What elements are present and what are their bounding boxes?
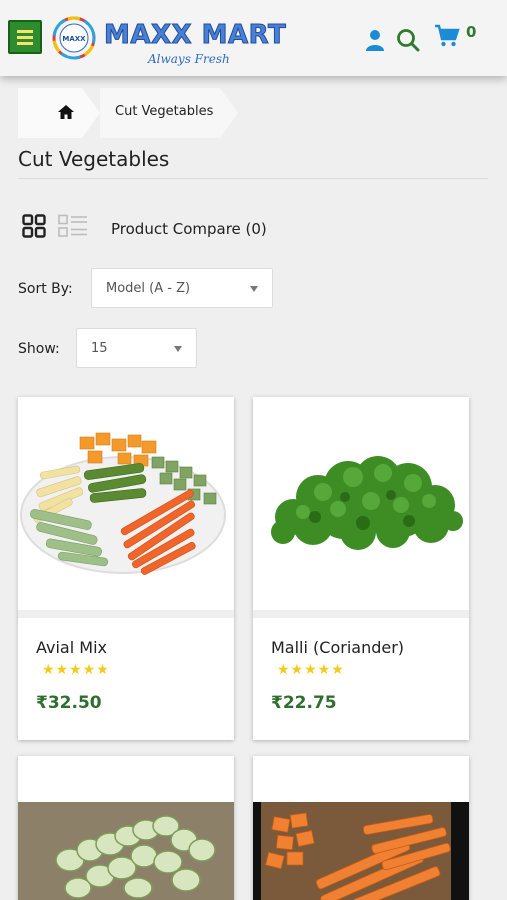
star-rating-icon: ★★★★★ — [42, 662, 110, 678]
brand-tagline: Always Fresh — [148, 52, 230, 66]
card-divider — [253, 610, 469, 618]
show-label: Show: — [18, 341, 60, 357]
product-price: ₹32.50 — [36, 693, 102, 713]
menu-icon[interactable] — [8, 20, 42, 54]
product-card[interactable] — [18, 756, 234, 900]
cart-count-badge[interactable]: 0 — [466, 23, 476, 41]
breadcrumb-current[interactable]: Cut Vegetables — [100, 88, 238, 138]
sort-by-label: Sort By: — [18, 281, 73, 297]
card-divider — [18, 610, 234, 618]
sort-by-value: Model (A - Z) — [106, 281, 191, 296]
top-header: MAXX MAXX MART Always Fresh 0 — [0, 0, 507, 76]
product-card[interactable]: Malli (Coriander) ★★★★★ ₹22.75 — [253, 397, 469, 740]
product-card[interactable] — [253, 756, 469, 900]
breadcrumb-current-label: Cut Vegetables — [115, 104, 214, 119]
logo-badge-text: MAXX — [62, 35, 86, 43]
home-icon[interactable] — [57, 104, 75, 120]
product-card[interactable]: Avial Mix ★★★★★ ₹32.50 — [18, 397, 234, 740]
logo-icon[interactable]: MAXX — [49, 13, 99, 63]
star-rating-icon: ★★★★★ — [277, 662, 345, 678]
product-compare-link[interactable]: Product Compare (0) — [111, 220, 267, 238]
product-image-avial-mix[interactable] — [18, 397, 234, 610]
product-image-malli-coriander[interactable] — [253, 397, 469, 610]
chevron-down-icon — [250, 286, 258, 292]
show-limit-value: 15 — [91, 341, 108, 356]
brand-name[interactable]: MAXX MART — [103, 20, 286, 51]
search-icon[interactable] — [396, 28, 420, 52]
breadcrumb-home[interactable] — [18, 88, 82, 138]
title-divider — [18, 178, 488, 179]
page-title: Cut Vegetables — [18, 147, 170, 171]
product-image-cut-carrot[interactable] — [253, 756, 469, 900]
user-icon[interactable] — [364, 28, 386, 52]
sort-by-select[interactable]: Model (A - Z) — [91, 268, 273, 308]
grid-view-icon[interactable] — [22, 214, 46, 238]
product-price: ₹22.75 — [271, 693, 337, 713]
show-limit-select[interactable]: 15 — [76, 328, 197, 368]
product-image-cut-gourd[interactable] — [18, 756, 234, 900]
chevron-down-icon — [174, 346, 182, 352]
product-name[interactable]: Malli (Coriander) — [271, 638, 404, 657]
breadcrumb-separator — [82, 88, 100, 138]
product-name[interactable]: Avial Mix — [36, 638, 107, 657]
list-view-icon[interactable] — [58, 214, 88, 238]
cart-icon[interactable] — [434, 24, 460, 48]
